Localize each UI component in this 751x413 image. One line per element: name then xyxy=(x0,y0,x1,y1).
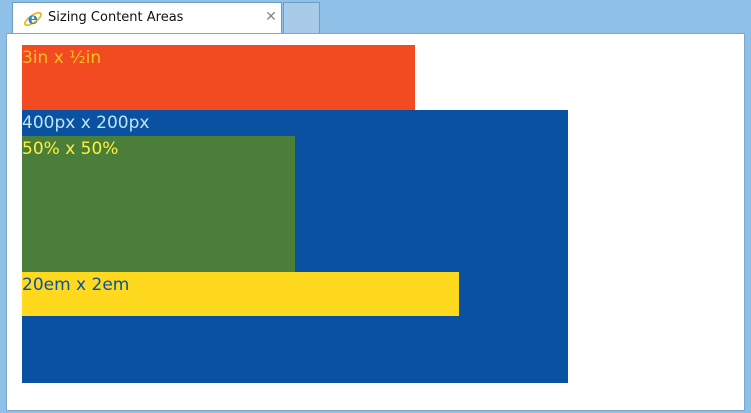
box-50pct-x-50pct: 50% x 50% xyxy=(22,136,295,272)
tab-bar: e Sizing Content Areas ✕ xyxy=(0,0,751,33)
box-50pct-label: 50% x 50% xyxy=(22,139,119,159)
box-3in-label: 3in x ½in xyxy=(22,48,102,68)
close-icon[interactable]: ✕ xyxy=(263,8,279,26)
box-400px-x-200px: 400px x 200px 50% x 50% 20em x 2em xyxy=(22,110,568,383)
browser-window: e Sizing Content Areas ✕ 3in x ½in 400px… xyxy=(0,0,751,413)
page-content: 3in x ½in 400px x 200px 50% x 50% 20em x… xyxy=(6,33,745,411)
box-400px-label: 400px x 200px xyxy=(22,113,150,133)
internet-explorer-icon: e xyxy=(23,9,43,29)
new-tab-button[interactable] xyxy=(283,2,320,33)
tab-title: Sizing Content Areas xyxy=(48,10,184,25)
tab-sizing-content-areas[interactable]: e Sizing Content Areas ✕ xyxy=(12,2,282,33)
svg-text:e: e xyxy=(28,9,38,28)
box-3in-x-half-in: 3in x ½in xyxy=(22,45,415,110)
box-20em-label: 20em x 2em xyxy=(22,275,130,295)
box-20em-x-2em: 20em x 2em xyxy=(22,272,459,316)
